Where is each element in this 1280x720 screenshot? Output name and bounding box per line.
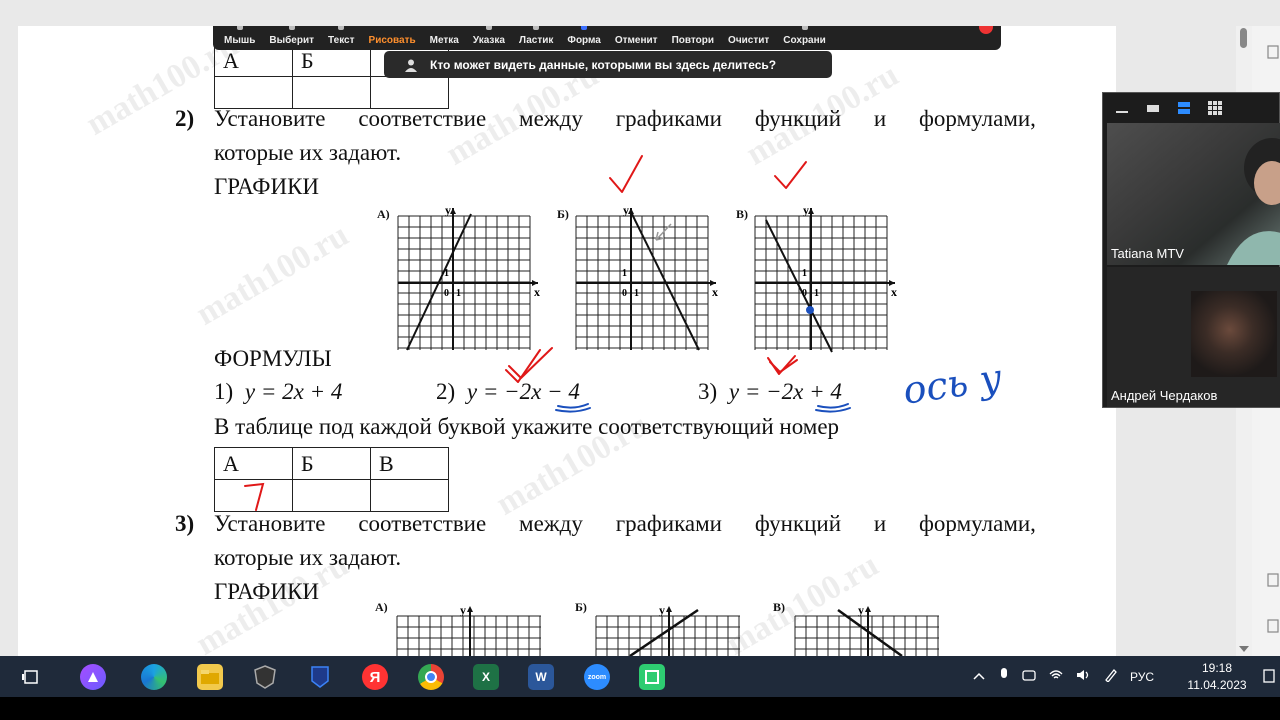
annotation-toolbar: Мышь Выберит Текст Рисовать Метка Указка… — [213, 26, 1001, 50]
clock-time: 19:18 — [1201, 661, 1233, 675]
edge-icon[interactable] — [141, 664, 167, 690]
share-visibility-banner[interactable]: Кто может видеть данные, которыми вы зде… — [384, 51, 832, 78]
tool-select[interactable]: Выберит — [262, 26, 321, 50]
document-page[interactable]: math100.ru math100.ru math100.ru math100… — [18, 26, 1116, 656]
tool-undo[interactable]: Отменит — [608, 26, 665, 50]
pen-icon[interactable] — [1104, 668, 1118, 685]
tool-eraser[interactable]: Ластик — [512, 26, 560, 50]
checkmark-annotation — [505, 155, 807, 383]
scroll-down-arrow-icon[interactable] — [1239, 646, 1249, 652]
gallery-view-icon[interactable] — [1206, 101, 1223, 115]
person-icon — [405, 59, 417, 72]
chevron-up-icon[interactable] — [972, 670, 986, 684]
letterbox — [0, 697, 1280, 720]
shield-app-icon[interactable] — [252, 664, 278, 690]
language-indicator[interactable]: РУС — [1130, 670, 1154, 684]
close-toolbar-icon[interactable] — [979, 26, 993, 34]
tool-clear[interactable]: Очистит — [721, 26, 776, 50]
chrome-icon[interactable] — [418, 664, 444, 690]
share-banner-text: Кто может видеть данные, которыми вы зде… — [430, 57, 777, 72]
clock[interactable]: 19:18 11.04.2023 — [1178, 660, 1256, 694]
video-panel[interactable]: Tatiana MTV Андрей Чердаков — [1102, 92, 1280, 408]
tool-stamp[interactable]: Метка — [423, 26, 466, 50]
scrollbar-thumb[interactable] — [1240, 28, 1247, 48]
system-tray: РУС — [972, 656, 1154, 697]
participant-video-tile[interactable]: Андрей Чердаков — [1107, 267, 1280, 407]
screen: math100.ru math100.ru math100.ru math100… — [0, 0, 1280, 720]
participant-video-tile[interactable]: Tatiana MTV — [1107, 123, 1280, 265]
annotation-layer — [244, 155, 851, 511]
speaker-view-icon[interactable] — [1175, 101, 1192, 115]
participant-name: Андрей Чердаков — [1111, 388, 1218, 403]
wifi-icon[interactable] — [1048, 668, 1064, 685]
tool-shape[interactable]: Форма — [560, 26, 607, 50]
yandex-icon[interactable]: Я — [362, 664, 388, 690]
clock-date: 11.04.2023 — [1187, 678, 1247, 692]
zoom-icon[interactable]: zoom — [584, 664, 610, 690]
participant-name: Tatiana MTV — [1111, 246, 1184, 261]
tool-draw[interactable]: Рисовать — [362, 26, 423, 50]
participant-video — [1191, 291, 1277, 377]
tool-text[interactable]: Текст — [321, 26, 362, 50]
badge-app-icon[interactable] — [307, 664, 333, 690]
single-view-icon[interactable] — [1144, 101, 1161, 115]
tool-redo[interactable]: Повтори — [665, 26, 721, 50]
participant-video — [1227, 138, 1280, 265]
minimize-icon[interactable] — [1113, 101, 1130, 115]
volume-icon[interactable] — [1076, 668, 1092, 685]
handwritten-answer — [244, 482, 265, 511]
tool-save[interactable]: Сохрани — [776, 26, 833, 50]
tool-mouse[interactable]: Мышь — [217, 26, 262, 50]
notifications-icon[interactable] — [1262, 667, 1276, 690]
underline-annotation — [555, 403, 851, 413]
task-view-icon[interactable] — [18, 664, 44, 690]
green-app-icon[interactable] — [639, 664, 665, 690]
video-layout-bar — [1103, 93, 1279, 123]
alice-icon[interactable] — [80, 664, 106, 690]
tool-pointer[interactable]: Указка — [466, 26, 512, 50]
windows-taskbar: Я X W zoom РУС 19:18 11.04.2023 — [0, 656, 1280, 697]
word-icon[interactable]: W — [528, 664, 554, 690]
camera-icon[interactable] — [1022, 668, 1036, 685]
microphone-icon[interactable] — [998, 667, 1010, 686]
excel-icon[interactable]: X — [473, 664, 499, 690]
file-explorer-icon[interactable] — [197, 664, 223, 690]
